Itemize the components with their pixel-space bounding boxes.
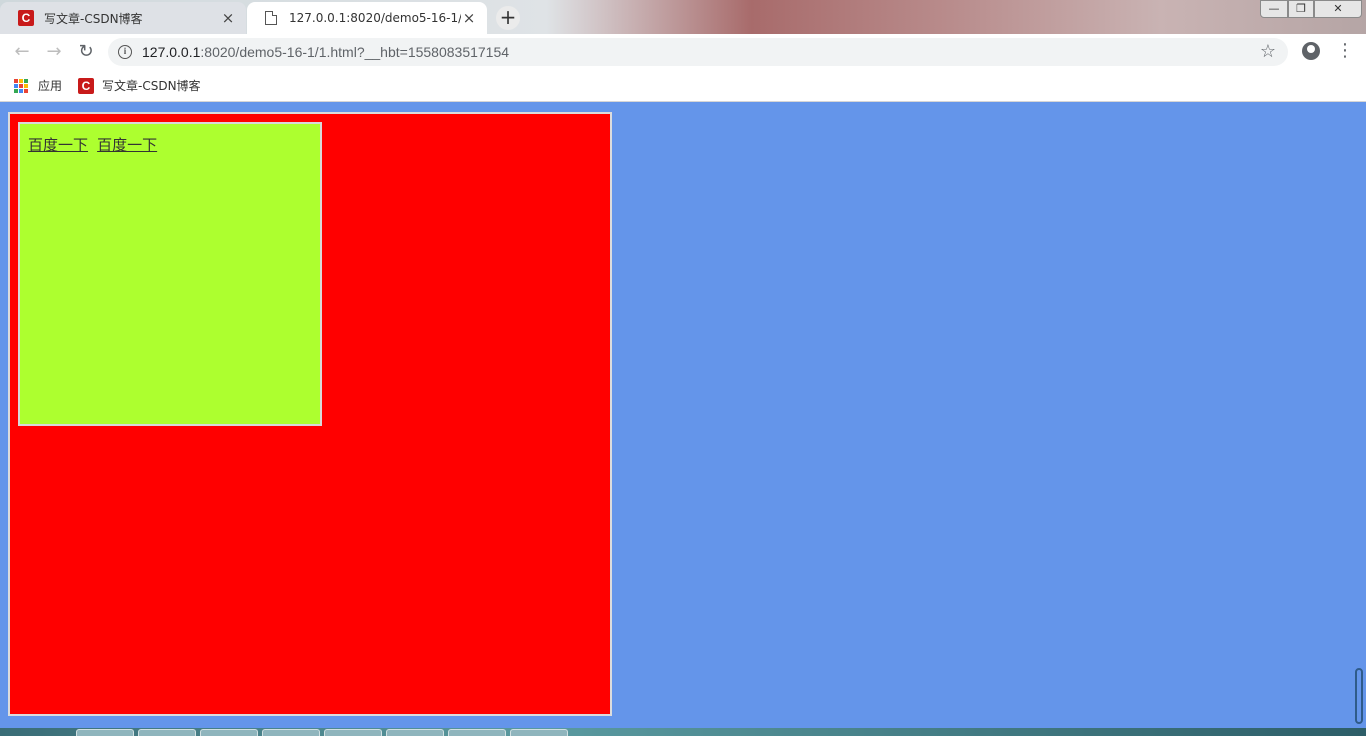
- taskbar-item[interactable]: [200, 729, 258, 736]
- back-arrow-icon[interactable]: ←: [10, 40, 34, 64]
- inner-green-box: 百度一下 百度一下: [18, 122, 322, 426]
- scrollbar-thumb[interactable]: [1355, 668, 1363, 724]
- apps-shortcut[interactable]: 应用: [14, 77, 62, 94]
- reload-icon[interactable]: ↻: [74, 40, 98, 64]
- baidu-link[interactable]: 百度一下: [97, 136, 157, 154]
- menu-kebab-icon[interactable]: ⋮: [1336, 40, 1354, 62]
- address-bar[interactable]: i 127.0.0.1:8020/demo5-16-1/1.html?__hbt…: [108, 38, 1288, 66]
- taskbar-item[interactable]: [138, 729, 196, 736]
- baidu-link[interactable]: 百度一下: [28, 136, 88, 154]
- close-window-button[interactable]: ✕: [1314, 0, 1362, 18]
- taskbar-item[interactable]: [76, 729, 134, 736]
- maximize-button[interactable]: ❐: [1288, 0, 1314, 18]
- apps-grid-icon: [14, 78, 28, 93]
- csdn-favicon-icon: C: [78, 77, 95, 94]
- taskbar-item[interactable]: [262, 729, 320, 736]
- document-icon: [265, 11, 277, 25]
- page-viewport: 百度一下 百度一下: [0, 103, 1366, 728]
- url-text[interactable]: 127.0.0.1:8020/demo5-16-1/1.html?__hbt=1…: [142, 44, 509, 60]
- tab-csdn[interactable]: C 写文章-CSDN博客 ×: [0, 2, 246, 34]
- bookmarks-bar: 应用 C 写文章-CSDN博客: [0, 70, 1366, 102]
- tab-close-icon[interactable]: ×: [461, 9, 477, 27]
- taskbar-item[interactable]: [324, 729, 382, 736]
- forward-arrow-icon[interactable]: →: [42, 40, 66, 64]
- apps-label: 应用: [38, 79, 63, 93]
- minimize-button[interactable]: —: [1260, 0, 1288, 18]
- taskbar-item[interactable]: [510, 729, 568, 736]
- csdn-favicon-icon: C: [18, 10, 34, 26]
- tab-strip: C 写文章-CSDN博客 × 127.0.0.1:8020/demo5-16-1…: [0, 0, 1366, 34]
- browser-toolbar: ← → ↻ i 127.0.0.1:8020/demo5-16-1/1.html…: [0, 34, 1366, 70]
- profile-avatar-icon[interactable]: [1302, 42, 1320, 60]
- taskbar-item[interactable]: [448, 729, 506, 736]
- bookmark-csdn[interactable]: C 写文章-CSDN博客: [78, 77, 201, 94]
- bookmark-label: 写文章-CSDN博客: [102, 79, 201, 93]
- tab-title: 127.0.0.1:8020/demo5-16-1/1: [289, 11, 461, 25]
- new-tab-button[interactable]: +: [496, 6, 520, 30]
- tab-close-icon[interactable]: ×: [220, 9, 236, 27]
- tab-title: 写文章-CSDN博客: [44, 11, 143, 26]
- info-icon[interactable]: i: [118, 45, 132, 59]
- outer-red-box: 百度一下 百度一下: [8, 112, 612, 716]
- bookmark-star-icon[interactable]: ☆: [1260, 41, 1276, 62]
- url-host: 127.0.0.1: [142, 44, 201, 60]
- tab-localhost[interactable]: 127.0.0.1:8020/demo5-16-1/1 ×: [247, 2, 487, 34]
- taskbar-item[interactable]: [386, 729, 444, 736]
- url-path: :8020/demo5-16-1/1.html?__hbt=1558083517…: [200, 44, 510, 60]
